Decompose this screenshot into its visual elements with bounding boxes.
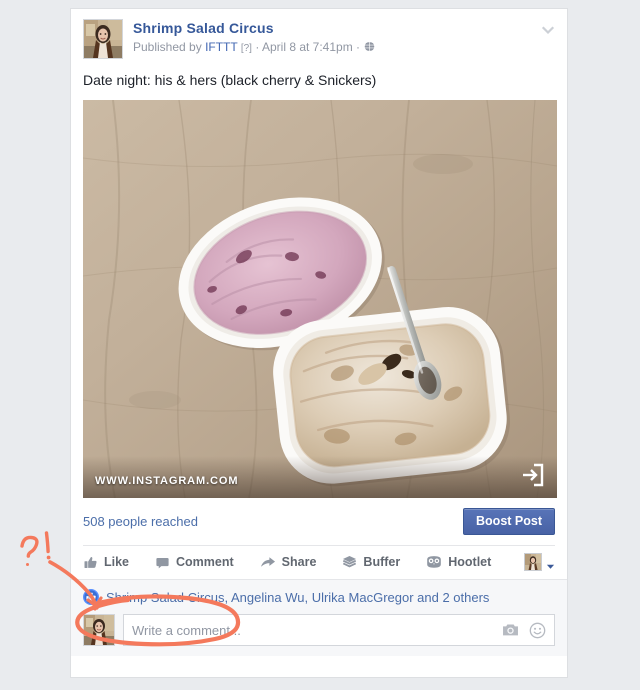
hootlet-label: Hootlet [448,555,492,569]
meta-separator-1: · [255,40,260,54]
thumbs-up-icon [83,555,98,570]
post-header: Shrimp Salad Circus Published by IFTTT [… [71,9,567,59]
facebook-post-card: Shrimp Salad Circus Published by IFTTT [… [70,8,568,678]
post-insights-row: 508 people reached Boost Post [71,498,567,545]
exclamation-stroke [44,531,50,554]
likes-and-comment-section: Shrimp Salad Circus, Angelina Wu, Ulrika… [71,579,567,656]
photo-watermark: WWW.INSTAGRAM.COM [95,475,239,487]
commenter-avatar-photo [84,615,114,645]
account-switcher-caret-down-icon[interactable] [546,558,555,569]
share-arrow-icon [260,555,276,570]
likes-row: Shrimp Salad Circus, Angelina Wu, Ulrika… [83,589,555,605]
page-avatar[interactable] [83,19,123,59]
exclamation-dot [46,555,51,560]
comment-button[interactable]: Comment [155,555,234,570]
reach-count[interactable]: 508 people reached [83,514,198,529]
post-timestamp[interactable]: April 8 at 7:41pm [262,40,353,54]
post-header-text: Shrimp Salad Circus Published by IFTTT [… [133,19,377,59]
publisher-link[interactable]: IFTTT [205,40,237,54]
buffer-label: Buffer [363,555,401,569]
external-link-icon[interactable] [519,462,545,488]
hootsuite-owl-icon [426,555,442,569]
globe-icon [363,40,377,52]
boost-post-button[interactable]: Boost Post [463,508,555,535]
post-meta: Published by IFTTT [?] · April 8 at 7:41… [133,39,377,57]
like-badge-icon [83,589,99,605]
question-mark-dot [26,563,29,566]
post-action-bar: Like Comment Share Buffer Hootlet [71,546,567,579]
page-name[interactable]: Shrimp Salad Circus [133,20,375,36]
share-button[interactable]: Share [260,555,317,570]
post-caption: Date night: his & hers (black cherry & S… [83,72,377,88]
profile-photo-avatar [84,20,122,58]
buffer-button[interactable]: Buffer [342,555,400,570]
buffer-layers-icon [342,555,357,570]
likes-names[interactable]: Shrimp Salad Circus, Angelina Wu, Ulrika… [106,590,489,605]
published-prefix: Published by [133,40,202,54]
screenshot-root: Shrimp Salad Circus Published by IFTTT [… [0,0,640,690]
share-label: Share [281,555,317,569]
commenter-avatar[interactable] [83,614,115,646]
speech-bubble-icon [155,555,170,570]
hootlet-button[interactable]: Hootlet [426,555,491,569]
ice-cream-photo [83,100,557,498]
comment-input[interactable]: Write a comment... [123,614,555,646]
meta-separator-2: · [356,40,361,54]
comment-row: Write a comment... [83,614,555,646]
emoji-smiley-icon[interactable] [529,622,546,639]
publisher-help[interactable]: [?] [241,43,252,54]
account-switcher-avatar[interactable] [524,553,542,571]
comment-placeholder: Write a comment... [132,622,241,638]
post-photo[interactable]: WWW.INSTAGRAM.COM [83,100,557,498]
like-label: Like [104,555,130,569]
comment-label: Comment [176,555,234,569]
post-options-chevron-down-icon[interactable] [541,23,555,37]
question-mark-stroke [20,535,39,558]
camera-icon[interactable] [502,623,519,637]
mini-profile-avatar [525,554,541,570]
like-button[interactable]: Like [83,555,129,570]
